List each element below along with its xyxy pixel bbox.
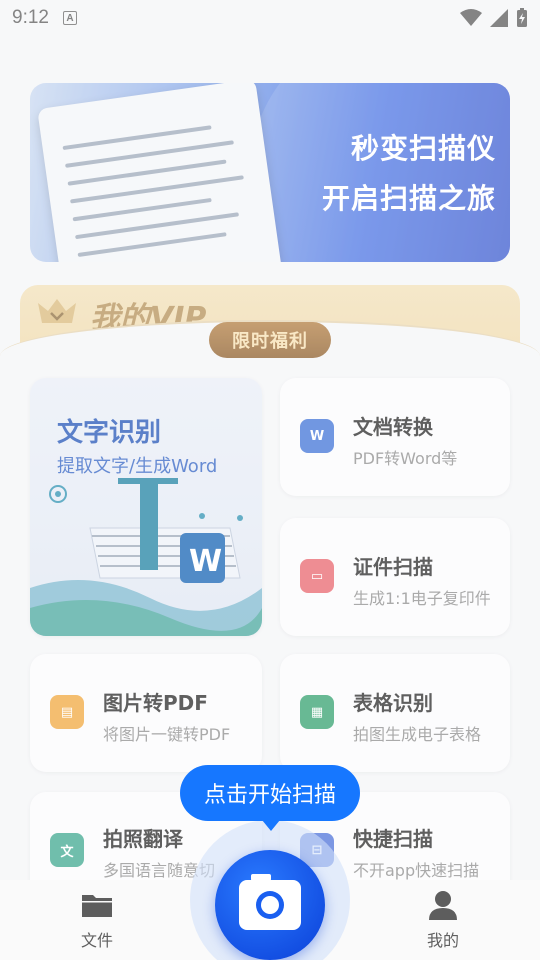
status-time: 9:12: [12, 7, 49, 28]
scan-camera-button[interactable]: [215, 850, 325, 960]
pdf-icon: ▤: [50, 695, 84, 729]
doc-convert-subtitle: PDF转Word等: [353, 449, 458, 468]
promo-banner[interactable]: 秒变扫描仪 开启扫描之旅: [30, 83, 510, 262]
text-recognition-subtitle: 提取文字/生成Word: [57, 456, 218, 477]
translate-icon: 文: [50, 833, 84, 867]
table-recognition-title: 表格识别: [353, 691, 433, 715]
image-to-pdf-title: 图片转PDF: [103, 691, 208, 715]
id-scan-card[interactable]: ▭ 证件扫描 生成1:1电子复印件: [280, 518, 510, 636]
svg-text:W: W: [189, 544, 222, 579]
document-illustration: [37, 83, 283, 262]
table-recognition-card[interactable]: ▦ 表格识别 拍图生成电子表格: [280, 654, 510, 772]
table-icon: ▦: [300, 695, 334, 729]
tab-files-label: 文件: [80, 931, 113, 950]
photo-translate-title: 拍照翻译: [103, 827, 183, 851]
banner-subheadline: 开启扫描之旅: [321, 182, 496, 215]
signal-icon: [490, 9, 508, 27]
start-scan-tooltip[interactable]: 点击开始扫描: [180, 765, 360, 831]
folder-icon: [82, 895, 112, 917]
image-to-pdf-card[interactable]: ▤ 图片转PDF 将图片一键转PDF: [30, 654, 262, 772]
id-scan-title: 证件扫描: [353, 555, 433, 579]
quick-scan-subtitle: 不开app快速扫描: [353, 861, 480, 880]
notification-icon: A: [62, 11, 77, 25]
id-scan-subtitle: 生成1:1电子复印件: [353, 589, 491, 608]
battery-icon: [517, 8, 527, 27]
status-bar: 9:12 A: [0, 0, 540, 36]
crown-icon: [38, 299, 76, 323]
tab-mine[interactable]: 我的: [383, 880, 503, 960]
word-icon: W: [300, 419, 334, 453]
table-recognition-subtitle: 拍图生成电子表格: [353, 725, 482, 744]
banner-glow: [250, 83, 510, 262]
text-recognition-illustration: W: [30, 478, 262, 636]
banner-headline: 秒变扫描仪: [350, 132, 496, 165]
tab-mine-label: 我的: [426, 931, 459, 950]
camera-icon: [239, 874, 301, 930]
limited-offer-button[interactable]: 限时福利: [209, 322, 331, 358]
text-recognition-title: 文字识别: [57, 418, 162, 448]
id-card-icon: ▭: [300, 559, 334, 593]
doc-convert-title: 文档转换: [353, 415, 433, 439]
quick-scan-title: 快捷扫描: [353, 827, 433, 851]
image-to-pdf-subtitle: 将图片一键转PDF: [103, 725, 231, 744]
tab-files[interactable]: 文件: [37, 880, 157, 960]
user-icon: [429, 891, 457, 920]
text-recognition-card[interactable]: 文字识别 提取文字/生成Word W: [30, 378, 262, 636]
doc-convert-card[interactable]: W 文档转换 PDF转Word等: [280, 378, 510, 496]
wifi-icon: [460, 9, 482, 26]
